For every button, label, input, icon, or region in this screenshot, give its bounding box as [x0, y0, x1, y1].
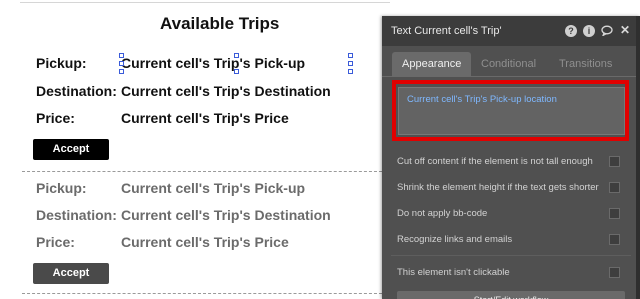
recognize-links-checkbox[interactable] — [609, 234, 620, 245]
canvas-top-border — [20, 2, 390, 3]
selection-handle[interactable] — [119, 69, 124, 74]
price-label[interactable]: Price: — [36, 110, 75, 126]
selection-handle[interactable] — [348, 61, 353, 66]
panel-header[interactable]: Text Current cell's Trip' ? i ✕ — [382, 16, 640, 46]
destination-label: Destination: — [36, 207, 117, 223]
cell-divider — [22, 293, 382, 294]
accept-button: Accept — [33, 263, 109, 284]
tab-bar-border — [382, 76, 640, 77]
property-editor-panel: Text Current cell's Trip' ? i ✕ Appearan… — [382, 16, 640, 299]
start-edit-workflow-button[interactable]: Start/Edit workflow — [397, 291, 625, 299]
selection-handle[interactable] — [119, 61, 124, 66]
option-cut-off-content: Cut off content if the element is not ta… — [397, 156, 593, 167]
close-icon[interactable]: ✕ — [619, 24, 631, 37]
destination-label[interactable]: Destination: — [36, 83, 117, 99]
accept-button[interactable]: Accept — [33, 139, 109, 160]
tab-conditional[interactable]: Conditional — [481, 52, 536, 76]
comment-icon-glyph — [601, 25, 613, 37]
option-shrink-height: Shrink the element height if the text ge… — [397, 182, 599, 193]
selection-handle[interactable] — [119, 53, 124, 58]
not-clickable-checkbox[interactable] — [609, 267, 620, 278]
no-bbcode-checkbox[interactable] — [609, 208, 620, 219]
selection-handle[interactable] — [234, 69, 239, 74]
selection-handle[interactable] — [234, 53, 239, 58]
section-divider — [391, 255, 631, 256]
destination-value-text: Current cell's Trip's Destination — [121, 207, 331, 223]
price-value-text[interactable]: Current cell's Trip's Price — [121, 110, 289, 126]
destination-value-text[interactable]: Current cell's Trip's Destination — [121, 83, 331, 99]
selection-handle[interactable] — [348, 69, 353, 74]
panel-scrollbar[interactable] — [636, 16, 640, 299]
tab-transitions[interactable]: Transitions — [559, 52, 612, 76]
option-not-clickable: This element isn't clickable — [397, 267, 510, 278]
comment-icon[interactable] — [601, 25, 613, 37]
option-recognize-links: Recognize links and emails — [397, 234, 513, 245]
cut-off-content-checkbox[interactable] — [609, 156, 620, 167]
price-label: Price: — [36, 234, 75, 250]
tab-appearance[interactable]: Appearance — [392, 52, 472, 76]
highlight-box — [392, 80, 629, 141]
panel-title: Text Current cell's Trip' — [391, 25, 502, 37]
pickup-value-text[interactable]: Current cell's Trip's Pick-up — [121, 55, 305, 71]
shrink-height-checkbox[interactable] — [609, 182, 620, 193]
cell-divider — [22, 171, 382, 172]
selection-handle[interactable] — [348, 53, 353, 58]
info-icon[interactable]: i — [583, 25, 595, 37]
pickup-label: Pickup: — [36, 180, 87, 196]
help-icon[interactable]: ? — [565, 25, 577, 37]
option-no-bbcode: Do not apply bb-code — [397, 208, 488, 219]
pickup-label[interactable]: Pickup: — [36, 55, 87, 71]
pickup-value-text: Current cell's Trip's Pick-up — [121, 180, 306, 196]
page-title[interactable]: Available Trips — [160, 14, 279, 34]
price-value-text: Current cell's Trip's Price — [121, 234, 289, 250]
